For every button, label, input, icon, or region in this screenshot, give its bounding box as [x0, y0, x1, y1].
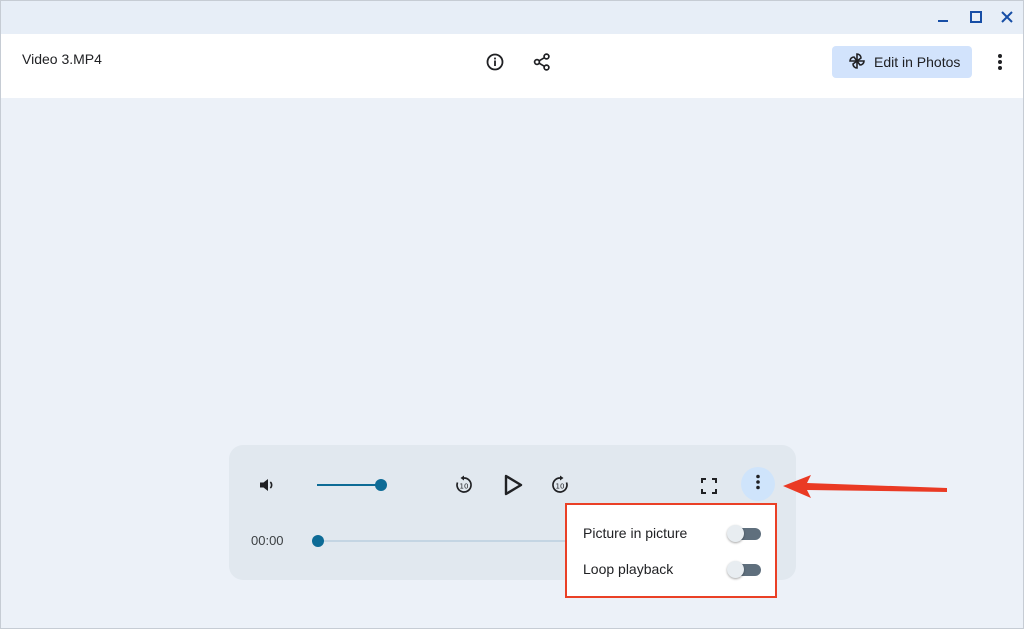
forward-10-icon[interactable]: 10 — [548, 473, 572, 497]
annotation-arrow — [783, 475, 947, 498]
seek-bar-handle[interactable] — [312, 535, 324, 547]
player-more-button[interactable] — [741, 467, 775, 501]
maximize-icon[interactable] — [967, 8, 985, 26]
menu-item-label: Picture in picture — [583, 525, 688, 541]
edit-in-photos-button[interactable]: Edit in Photos — [832, 46, 972, 78]
fullscreen-icon[interactable] — [697, 474, 721, 498]
volume-icon[interactable] — [255, 473, 279, 497]
file-name: Video 3.MP4 — [22, 51, 102, 67]
svg-text:10: 10 — [556, 483, 565, 491]
menu-item-loop-playback[interactable]: Loop playback — [567, 551, 775, 587]
close-icon[interactable] — [998, 8, 1016, 26]
replay-10-icon[interactable]: 10 — [452, 473, 476, 497]
volume-slider-track[interactable] — [317, 484, 381, 486]
more-vert-icon[interactable] — [986, 48, 1014, 76]
minimize-icon[interactable] — [934, 8, 952, 26]
loop-playback-toggle[interactable] — [727, 561, 761, 578]
svg-text:10: 10 — [460, 483, 469, 491]
player-options-menu: Picture in picture Loop playback — [565, 503, 777, 598]
volume-slider-handle[interactable] — [375, 479, 387, 491]
current-time: 00:00 — [251, 533, 284, 548]
window-titlebar — [1, 1, 1023, 35]
menu-item-picture-in-picture[interactable]: Picture in picture — [567, 515, 775, 551]
play-icon[interactable] — [499, 470, 527, 500]
menu-item-label: Loop playback — [583, 561, 674, 577]
info-icon[interactable] — [481, 48, 509, 76]
edit-in-photos-label: Edit in Photos — [874, 54, 961, 70]
picture-in-picture-toggle[interactable] — [727, 525, 761, 542]
share-icon[interactable] — [528, 48, 556, 76]
pinwheel-icon — [848, 52, 866, 73]
media-app-window: Video 3.MP4 Edit in Photos 10 10 00:00 P… — [0, 0, 1024, 629]
more-vert-icon — [755, 474, 761, 495]
app-header: Video 3.MP4 Edit in Photos — [1, 34, 1023, 98]
